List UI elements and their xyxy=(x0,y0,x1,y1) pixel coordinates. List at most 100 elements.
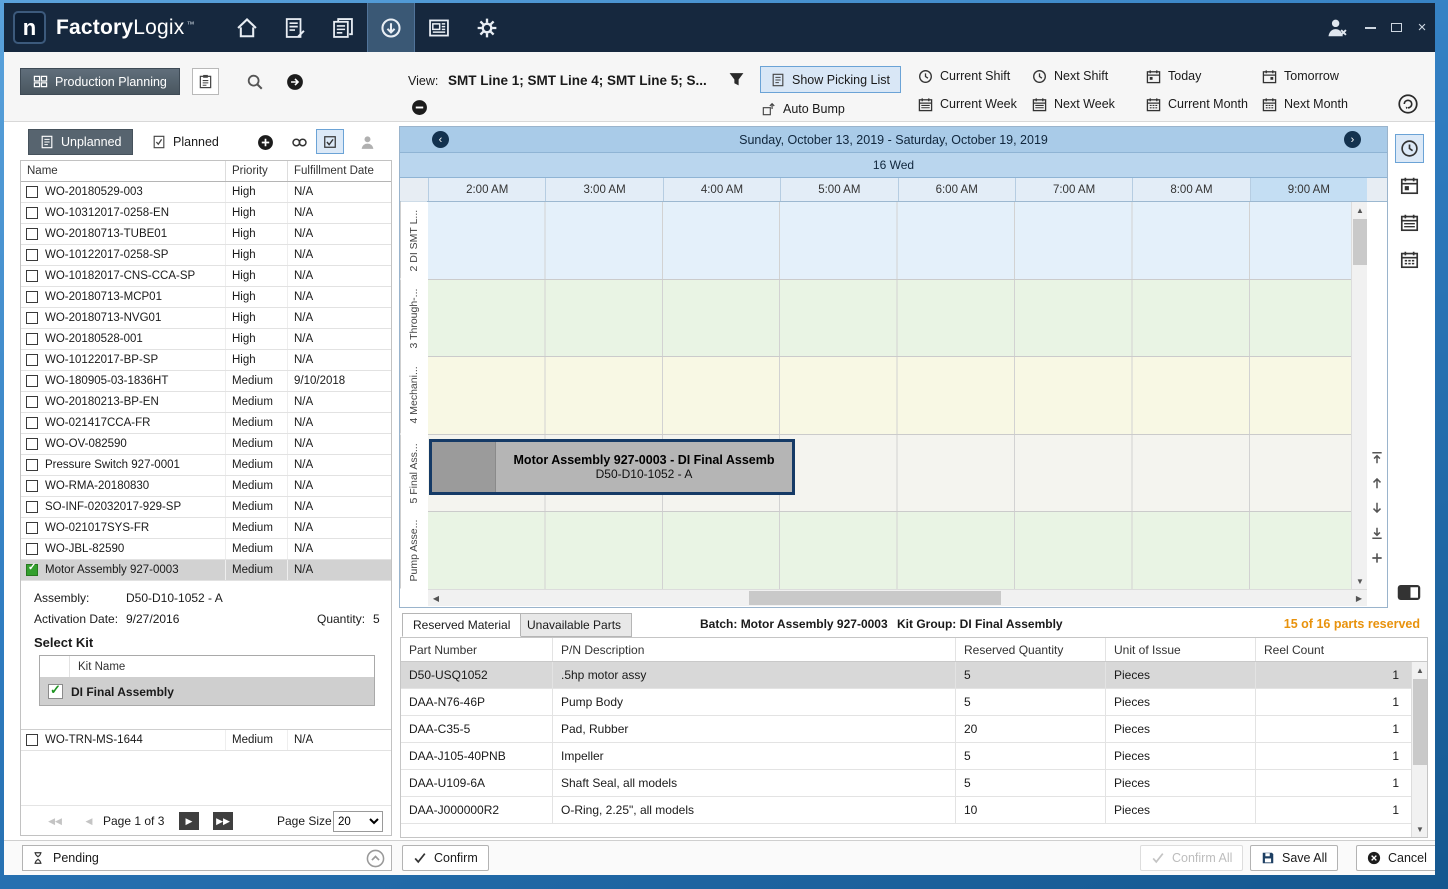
work-order-row[interactable]: WO-20180713-TUBE01 High N/A xyxy=(21,224,391,245)
material-row[interactable]: DAA-J105-40PNB Impeller 5 Pieces 1 xyxy=(401,743,1427,770)
horizontal-scroll-thumb[interactable] xyxy=(749,591,1001,605)
prev-page-button[interactable]: ◀ xyxy=(79,812,99,830)
row-checkbox[interactable] xyxy=(26,249,38,261)
user-logout-icon[interactable] xyxy=(1317,17,1357,39)
work-order-row[interactable]: WO-20180529-003 High N/A xyxy=(21,182,391,203)
gantt-day-header[interactable]: 16 Wed xyxy=(400,152,1387,177)
nav-worksheets[interactable] xyxy=(271,3,319,52)
prev-range-icon[interactable]: ‹ xyxy=(432,131,449,148)
material-row[interactable]: D50-USQ1052 .5hp motor assy 5 Pieces 1 xyxy=(401,662,1427,689)
month-view-button[interactable] xyxy=(1395,245,1424,274)
next-page-button[interactable]: ▶ xyxy=(179,812,199,830)
week-view-button[interactable] xyxy=(1395,208,1424,237)
today-button[interactable]: Today xyxy=(1146,65,1201,87)
material-scrollbar[interactable]: ▲ ▼ xyxy=(1411,662,1427,837)
nav-news[interactable] xyxy=(415,3,463,52)
nav-home[interactable] xyxy=(223,3,271,52)
work-order-row[interactable]: WO-JBL-82590 Medium N/A xyxy=(21,539,391,560)
work-order-row[interactable]: WO-OV-082590 Medium N/A xyxy=(21,434,391,455)
hour-header-cell[interactable]: 4:00 AM xyxy=(663,178,780,201)
close-button[interactable]: × xyxy=(1409,3,1435,52)
material-scroll-thumb[interactable] xyxy=(1413,679,1427,765)
nav-settings[interactable] xyxy=(463,3,511,52)
scroll-to-top-icon[interactable] xyxy=(1369,450,1385,466)
collapse-view-icon[interactable] xyxy=(411,99,428,116)
work-order-row[interactable]: WO-10122017-0258-SP High N/A xyxy=(21,245,391,266)
row-checkbox[interactable] xyxy=(26,564,38,576)
work-order-row[interactable]: Pressure Switch 927-0001 Medium N/A xyxy=(21,455,391,476)
move-up-icon[interactable] xyxy=(1369,475,1385,491)
hour-header-cell[interactable]: 2:00 AM xyxy=(428,178,545,201)
nav-production-dispatch[interactable] xyxy=(367,3,415,52)
hour-header-cell[interactable]: 8:00 AM xyxy=(1132,178,1249,201)
scroll-down-icon[interactable]: ▼ xyxy=(1352,573,1368,589)
row-checkbox[interactable] xyxy=(26,734,38,746)
gantt-resource-row[interactable]: 2 DI SMT L... xyxy=(428,202,1367,280)
row-checkbox[interactable] xyxy=(26,333,38,345)
scroll-to-bottom-icon[interactable] xyxy=(1369,525,1385,541)
expand-up-icon[interactable] xyxy=(366,849,385,868)
kit-name-column[interactable]: Kit Name xyxy=(70,661,125,673)
first-page-button[interactable]: ◀◀ xyxy=(45,812,65,830)
gantt-resource-row[interactable]: 4 Mechani... xyxy=(428,357,1367,435)
row-checkbox[interactable] xyxy=(26,375,38,387)
row-checkbox[interactable] xyxy=(26,459,38,471)
add-work-order-icon[interactable] xyxy=(256,133,274,151)
tomorrow-button[interactable]: Tomorrow xyxy=(1262,65,1339,87)
kit-row[interactable]: DI Final Assembly xyxy=(40,678,374,705)
filter-icon[interactable] xyxy=(728,71,745,88)
scroll-down-icon[interactable]: ▼ xyxy=(1412,821,1428,837)
page-size-select[interactable]: 20 xyxy=(333,811,383,832)
material-row[interactable]: DAA-C35-5 Pad, Rubber 20 Pieces 1 xyxy=(401,716,1427,743)
gantt-resource-row[interactable]: 3 Through-... xyxy=(428,280,1367,358)
link-icon[interactable] xyxy=(290,133,308,151)
hour-header-cell[interactable]: 5:00 AM xyxy=(780,178,897,201)
kit-checkbox[interactable] xyxy=(48,684,63,699)
column-description[interactable]: P/N Description xyxy=(553,638,956,661)
scroll-up-icon[interactable]: ▲ xyxy=(1412,662,1428,678)
hour-header-cell[interactable]: 9:00 AM xyxy=(1250,178,1367,201)
refresh-schedule-icon[interactable] xyxy=(1398,94,1418,114)
work-order-row[interactable]: WO-10182017-CNS-CCA-SP High N/A xyxy=(21,266,391,287)
save-all-button[interactable]: Save All xyxy=(1250,845,1338,871)
hour-header-cell[interactable]: 7:00 AM xyxy=(1015,178,1132,201)
pending-status-box[interactable]: Pending xyxy=(22,845,392,871)
row-checkbox[interactable] xyxy=(26,291,38,303)
work-order-row[interactable]: WO-TRN-MS-1644 Medium N/A xyxy=(21,730,391,751)
work-order-row[interactable]: WO-20180213-BP-EN Medium N/A xyxy=(21,392,391,413)
column-unit-of-issue[interactable]: Unit of Issue xyxy=(1106,638,1256,661)
row-checkbox[interactable] xyxy=(26,228,38,240)
work-order-row[interactable]: WO-10122017-BP-SP High N/A xyxy=(21,350,391,371)
gantt-horizontal-scrollbar[interactable]: ◀ ▶ xyxy=(428,589,1367,606)
shift-view-button[interactable] xyxy=(1395,134,1424,163)
row-checkbox[interactable] xyxy=(26,417,38,429)
current-week-button[interactable]: Current Week xyxy=(918,93,1017,115)
row-checkbox[interactable] xyxy=(26,207,38,219)
material-row[interactable]: DAA-N76-46P Pump Body 5 Pieces 1 xyxy=(401,689,1427,716)
next-shift-button[interactable]: Next Shift xyxy=(1032,65,1108,87)
gantt-vertical-scrollbar[interactable]: ▲ ▼ xyxy=(1351,202,1367,589)
row-checkbox[interactable] xyxy=(26,543,38,555)
column-reserved-quantity[interactable]: Reserved Quantity xyxy=(956,638,1106,661)
nav-documents[interactable] xyxy=(319,3,367,52)
current-month-button[interactable]: Current Month xyxy=(1146,93,1248,115)
column-part-number[interactable]: Part Number xyxy=(401,638,553,661)
row-checkbox[interactable] xyxy=(26,354,38,366)
next-month-button[interactable]: Next Month xyxy=(1262,93,1348,115)
panel-toggle-icon[interactable] xyxy=(1397,584,1421,601)
confirm-all-button[interactable]: Confirm All xyxy=(1140,845,1243,871)
last-page-button[interactable]: ▶▶ xyxy=(213,812,233,830)
view-value[interactable]: SMT Line 1; SMT Line 4; SMT Line 5; S... xyxy=(448,73,707,88)
work-order-row[interactable]: WO-20180713-MCP01 High N/A xyxy=(21,287,391,308)
day-view-button[interactable] xyxy=(1395,171,1424,200)
hour-header-cell[interactable]: 3:00 AM xyxy=(545,178,662,201)
scroll-up-icon[interactable]: ▲ xyxy=(1352,202,1368,218)
row-checkbox[interactable] xyxy=(26,522,38,534)
work-order-row[interactable]: Motor Assembly 927-0003 Medium N/A xyxy=(21,560,391,581)
work-order-row[interactable]: WO-180905-03-1836HT Medium 9/10/2018 xyxy=(21,371,391,392)
auto-bump-button[interactable]: Auto Bump xyxy=(762,98,845,120)
zoom-in-icon[interactable] xyxy=(1369,550,1385,566)
work-order-row[interactable]: WO-10312017-0258-EN High N/A xyxy=(21,203,391,224)
gantt-resource-row[interactable]: Pump Asse... xyxy=(428,512,1367,590)
scroll-right-icon[interactable]: ▶ xyxy=(1351,590,1367,606)
